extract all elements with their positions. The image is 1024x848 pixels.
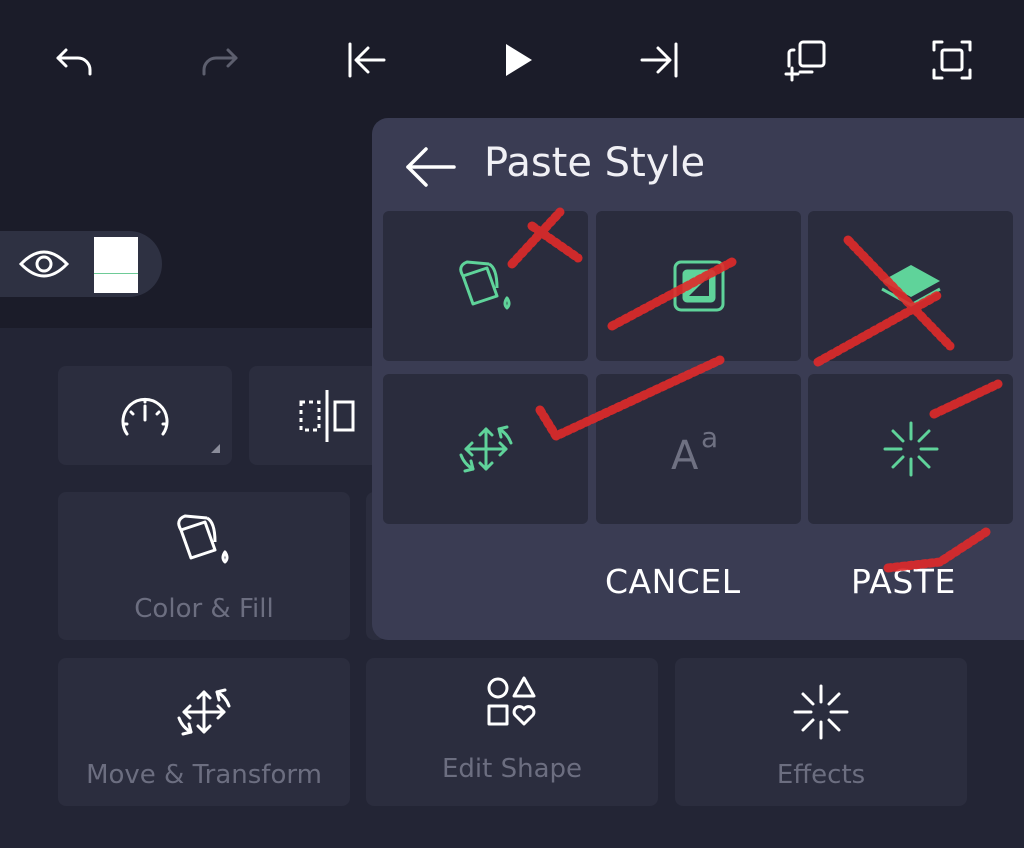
dialog-title: Paste Style <box>484 140 706 186</box>
skip-to-start-button[interactable] <box>336 30 396 90</box>
effects-burst-icon <box>883 421 938 477</box>
color-fill-tool[interactable]: Color & Fill <box>58 492 350 640</box>
paste-style-dialog: Paste Style A a CANCEL PASTE <box>372 118 1024 640</box>
paste-option-effects[interactable] <box>808 374 1013 524</box>
move-transform-tool[interactable]: Move & Transform <box>58 658 350 806</box>
edit-shape-label: Edit Shape <box>441 754 583 784</box>
eye-icon[interactable] <box>18 244 70 284</box>
skip-to-start-icon <box>348 42 386 78</box>
effects-burst-icon <box>793 684 849 740</box>
move-transform-icon <box>459 425 512 473</box>
svg-text:A: A <box>671 433 699 477</box>
align-center-icon <box>299 390 355 442</box>
duplicate-button[interactable] <box>776 30 836 90</box>
svg-text:a: a <box>701 421 718 454</box>
effects-label: Effects <box>776 760 866 790</box>
text-style-icon: A a <box>671 421 718 477</box>
undo-icon <box>56 48 92 76</box>
skip-to-end-button[interactable] <box>630 30 690 90</box>
edit-shape-tool[interactable]: Edit Shape <box>366 658 658 806</box>
duplicate-icon <box>784 40 826 82</box>
fullscreen-button[interactable] <box>922 30 982 90</box>
top-toolbar <box>0 0 1024 120</box>
move-transform-label: Move & Transform <box>86 760 322 790</box>
skip-to-end-icon <box>640 42 678 78</box>
paste-option-stroke[interactable] <box>596 211 801 361</box>
paint-bucket-icon <box>177 514 229 564</box>
paint-bucket-icon <box>458 260 510 310</box>
play-button[interactable] <box>486 30 546 90</box>
undo-button[interactable] <box>44 30 104 90</box>
paste-option-text: A a <box>596 374 801 524</box>
color-fill-label: Color & Fill <box>134 594 274 624</box>
layers-icon <box>880 265 941 307</box>
paste-option-transform[interactable] <box>383 374 588 524</box>
stroke-square-icon <box>673 260 724 312</box>
play-icon <box>506 44 532 76</box>
redo-icon <box>202 48 238 76</box>
fullscreen-icon <box>932 40 972 80</box>
cancel-button[interactable]: CANCEL <box>605 562 741 601</box>
shapes-icon <box>487 676 536 726</box>
paste-button[interactable]: PASTE <box>851 562 956 601</box>
speed-button[interactable] <box>58 366 232 465</box>
effects-tool[interactable]: Effects <box>675 658 967 806</box>
move-transform-icon <box>177 688 231 736</box>
paste-option-color-fill[interactable] <box>383 211 588 361</box>
back-arrow-icon[interactable] <box>402 144 458 190</box>
redo-button[interactable] <box>190 30 250 90</box>
layer-row[interactable] <box>0 231 162 297</box>
expand-indicator <box>211 444 220 453</box>
paste-option-layers[interactable] <box>808 211 1013 361</box>
speedometer-icon <box>121 397 169 436</box>
layer-thumbnail[interactable] <box>94 237 138 293</box>
